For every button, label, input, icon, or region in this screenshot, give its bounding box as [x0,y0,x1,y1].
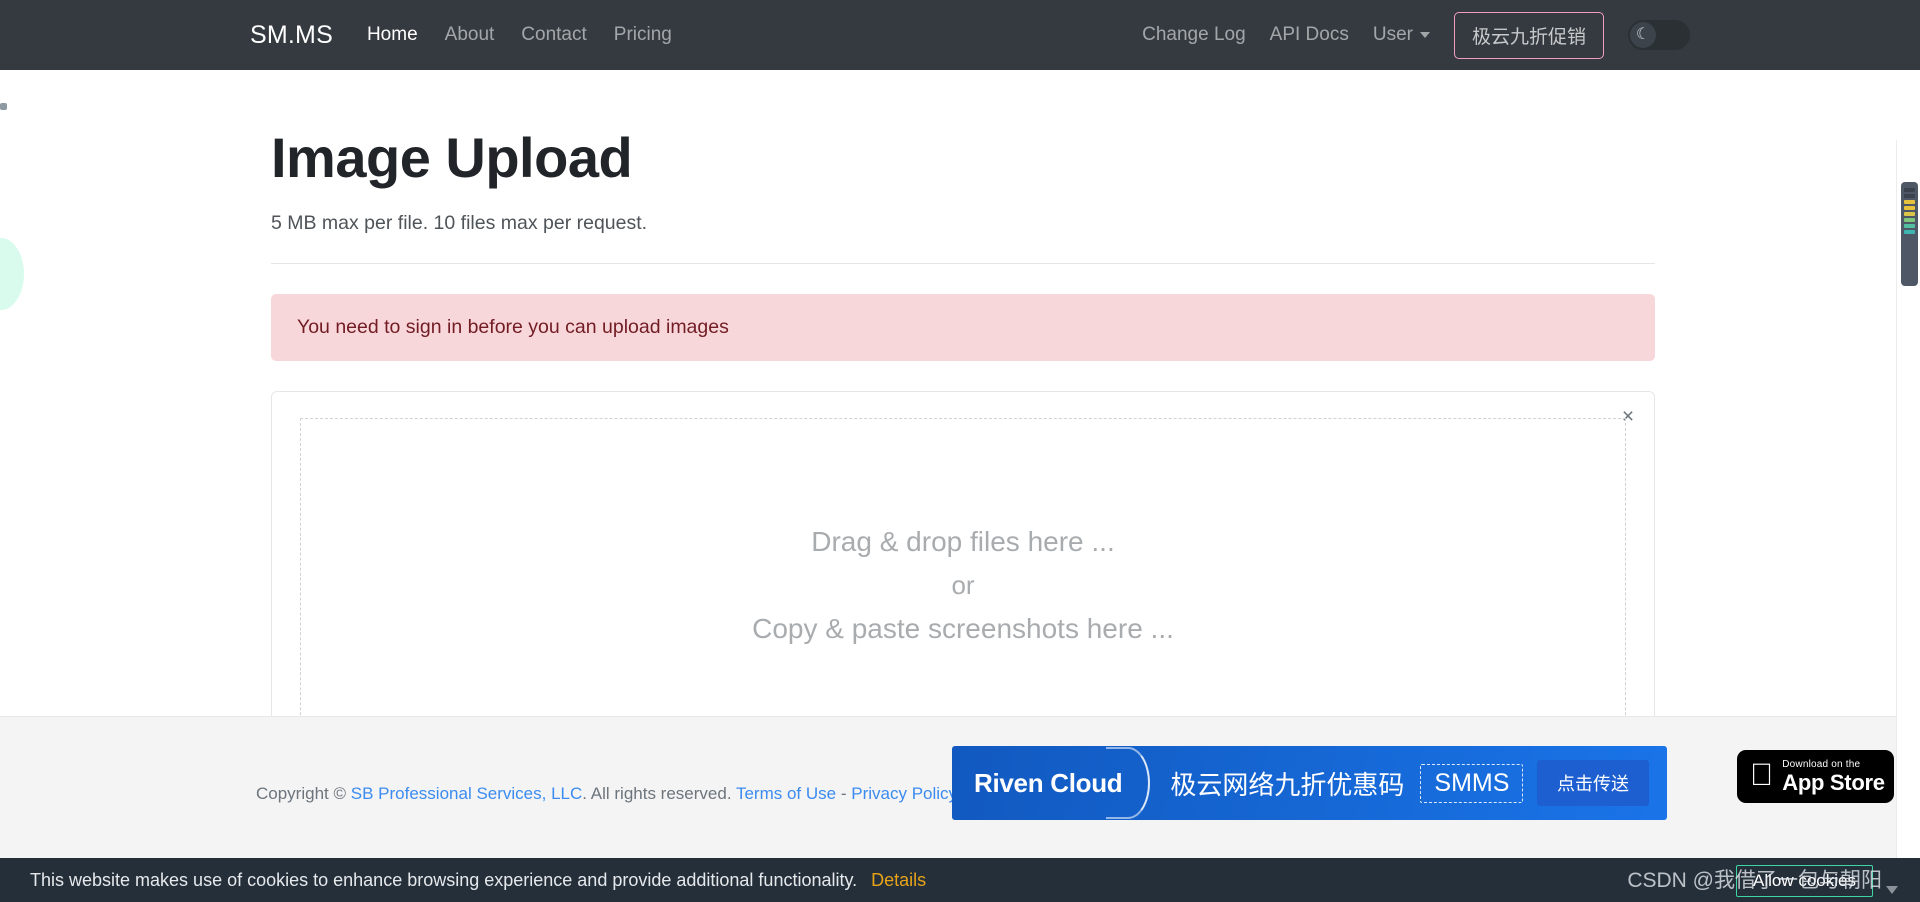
riven-cloud-logo-text: Riven Cloud [974,767,1123,798]
scrollbar-stripe [1904,230,1915,234]
terms-of-use-link[interactable]: Terms of Use [736,784,836,803]
decorative-bubble [0,238,24,310]
app-store-badge[interactable]:  Download on the App Store [1737,750,1894,803]
cookie-consent-bar: This website makes use of cookies to enh… [0,858,1920,902]
scrollbar-stripe [1904,218,1915,222]
nav-link-api-docs[interactable]: API Docs [1270,24,1349,46]
apple-logo-icon:  [1750,759,1773,790]
crescent-arc-icon [1106,747,1151,819]
copyright-prefix: Copyright [256,784,329,803]
moon-icon: ☾ [1630,22,1656,48]
app-store-big-text: App Store [1759,769,1885,795]
chevron-down-icon [1419,32,1430,38]
nav-link-home[interactable]: Home [367,24,418,45]
page-scrollbar-thumb[interactable] [1901,182,1918,286]
scrollbar-stripe [1904,188,1915,192]
ad-headline: 极云网络九折优惠码 [1170,769,1405,800]
copyright-symbol: © [333,784,347,803]
upload-card: × Drag & drop files here ... or Copy & p… [271,391,1655,790]
allow-cookies-button[interactable]: Allow cookies [1736,865,1873,897]
footer-separator: - [840,784,847,803]
cookie-details-link[interactable]: Details [871,870,926,891]
nav-link-about[interactable]: About [445,24,495,45]
rights-text: . All rights reserved. [582,784,732,803]
secondary-nav: Change Log API Docs User 极云九折促销 ☾ [1142,11,1690,59]
scrollbar-stripe [1904,194,1915,198]
ad-cta-button[interactable]: 点击传送 [1537,760,1649,806]
scrollbar-stripe [1904,206,1915,210]
cookie-message: This website makes use of cookies to enh… [30,869,858,890]
riven-cloud-ad[interactable]: Riven Cloud 极云网络九折优惠码 SMMS 点击传送 [952,746,1667,820]
site-footer: Copyright © SB Professional Services, LL… [0,716,1920,858]
user-dropdown[interactable]: User [1373,24,1430,46]
dropzone-line-3: Copy & paste screenshots here ... [752,613,1174,644]
top-navbar: SM.MS Home About Contact Pricing Change … [0,0,1920,70]
chevron-down-icon[interactable] [1886,886,1898,894]
scrollbar-stripe [1904,212,1915,216]
copyright-line: Copyright © SB Professional Services, LL… [256,784,957,804]
sign-in-alert: You need to sign in before you can uploa… [271,294,1655,361]
page-subtitle: 5 MB max per file. 10 files max per requ… [271,212,648,234]
app-store-small-text: Download on the [1759,758,1860,770]
dropzone-line-2: or [951,570,975,600]
company-link[interactable]: SB Professional Services, LLC [351,784,583,803]
brand-logo[interactable]: SM.MS [250,21,333,50]
privacy-policy-link[interactable]: Privacy Policy [851,784,957,803]
nav-link-pricing[interactable]: Pricing [614,24,672,45]
page-scrollbar-track[interactable] [1896,140,1920,902]
user-dropdown-label: User [1372,24,1413,45]
scrollbar-stripe [1904,200,1915,204]
primary-nav: Home About Contact Pricing [367,24,672,46]
title-divider [271,263,1655,264]
dark-mode-toggle[interactable]: ☾ [1628,20,1690,50]
riven-cloud-logo: Riven Cloud [974,747,1151,819]
content-container: Image Upload 5 MB max per file. 10 files… [265,125,1655,790]
page-title: Image Upload [271,126,633,189]
promo-button[interactable]: 极云九折促销 [1453,11,1604,59]
decorative-dot [0,103,7,110]
scrollbar-stripe [1904,224,1915,228]
nav-link-contact[interactable]: Contact [521,24,586,45]
dropzone-line-1: Drag & drop files here ... [811,526,1115,557]
nav-link-change-log[interactable]: Change Log [1142,24,1246,46]
page-body: Image Upload 5 MB max per file. 10 files… [0,70,1920,902]
ad-coupon-code[interactable]: SMMS [1420,763,1524,803]
